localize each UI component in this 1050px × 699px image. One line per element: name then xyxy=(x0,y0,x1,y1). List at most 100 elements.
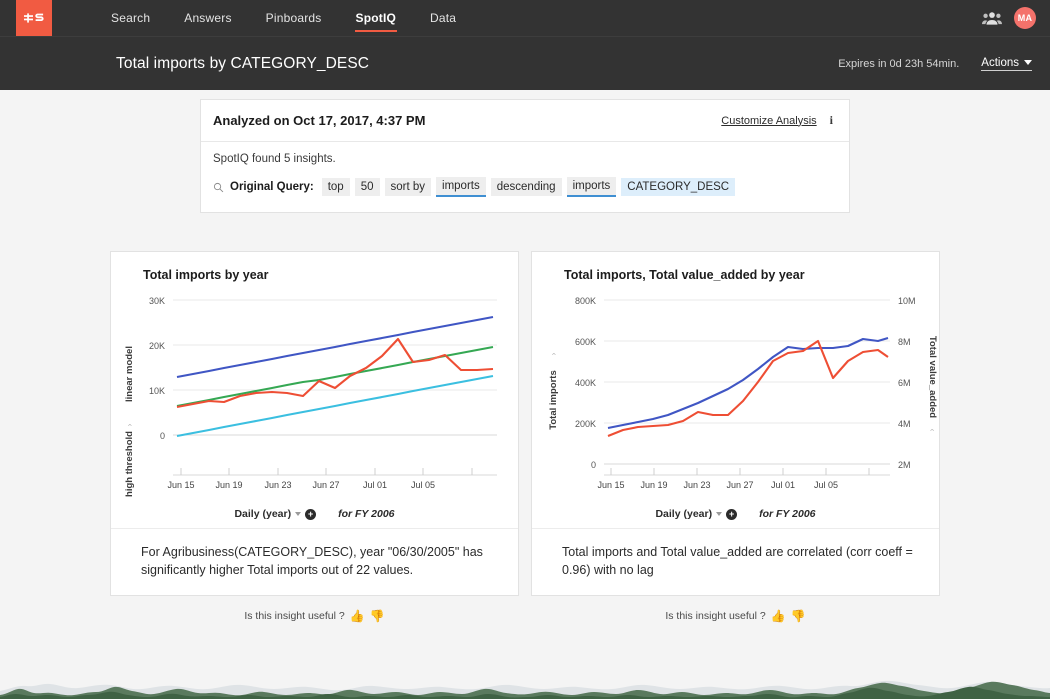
insight-card-row: Total imports by year 30K 20K 10K 0 line… xyxy=(0,251,1050,596)
svg-text:200K: 200K xyxy=(575,419,596,429)
user-avatar[interactable]: MA xyxy=(1014,7,1036,29)
actions-label: Actions xyxy=(981,57,1019,69)
insight-1-feedback: Is this insight useful ? 👍 👎 xyxy=(110,610,519,622)
svg-text:Jun 23: Jun 23 xyxy=(683,480,710,490)
svg-text:›: › xyxy=(549,352,558,355)
insight-card-1-chart[interactable]: 30K 20K 10K 0 linear model › high thresh… xyxy=(111,282,518,512)
svg-text:30K: 30K xyxy=(149,296,165,306)
nav-item-answers-label: Answers xyxy=(184,11,231,25)
insight-card-1: Total imports by year 30K 20K 10K 0 line… xyxy=(110,251,519,596)
svg-text:›: › xyxy=(125,352,134,355)
avatar-initials: MA xyxy=(1018,13,1033,23)
nav-item-spotiq[interactable]: SpotIQ xyxy=(339,0,414,36)
svg-text:Jun 15: Jun 15 xyxy=(597,480,624,490)
original-query-row: Original Query: top 50 sort by imports d… xyxy=(213,177,837,197)
nav-item-pinboards-label: Pinboards xyxy=(266,11,322,25)
query-token-sort-by[interactable]: sort by xyxy=(385,178,432,196)
customize-analysis-link[interactable]: Customize Analysis xyxy=(721,115,816,127)
subheader-right-cluster: Expires in 0d 23h 54min. Actions xyxy=(838,57,1032,71)
insight-2-feedback: Is this insight useful ? 👍 👎 xyxy=(531,610,940,622)
nav-item-search[interactable]: Search xyxy=(94,0,167,36)
svg-text:8M: 8M xyxy=(898,337,911,347)
actions-button[interactable]: Actions xyxy=(981,57,1032,71)
query-token-category-desc[interactable]: CATEGORY_DESC xyxy=(621,178,735,196)
analysis-card-body: SpotIQ found 5 insights. Original Query:… xyxy=(201,142,849,212)
chart-1-svg: 30K 20K 10K 0 linear model › high thresh… xyxy=(111,282,507,512)
main-nav-links: Search Answers Pinboards SpotIQ Data xyxy=(94,0,473,36)
thumbs-up-icon[interactable]: 👍 xyxy=(350,610,365,622)
svg-text:20K: 20K xyxy=(149,341,165,351)
svg-text:600K: 600K xyxy=(575,337,596,347)
chart-2-svg: 800K 600K 400K 200K 0 10M 8M 6M 4M 2M To… xyxy=(532,282,938,512)
analysis-header-actions: Customize Analysis i xyxy=(721,113,835,128)
svg-text:Total value_added: Total value_added xyxy=(927,336,938,418)
nav-item-data[interactable]: Data xyxy=(413,0,473,36)
thumbs-up-icon[interactable]: 👍 xyxy=(771,610,786,622)
insight-card-2-title: Total imports, Total value_added by year xyxy=(532,252,939,282)
original-query-label: Original Query: xyxy=(230,181,314,193)
svg-text:0: 0 xyxy=(591,460,596,470)
info-icon[interactable]: i xyxy=(828,113,835,128)
svg-text:›: › xyxy=(125,423,134,426)
query-token-top[interactable]: top xyxy=(322,178,350,196)
nav-item-answers[interactable]: Answers xyxy=(167,0,248,36)
analysis-summary-card: Analyzed on Oct 17, 2017, 4:37 PM Custom… xyxy=(200,99,850,213)
svg-text:Jun 19: Jun 19 xyxy=(215,480,242,490)
insight-card-2-chart[interactable]: 800K 600K 400K 200K 0 10M 8M 6M 4M 2M To… xyxy=(532,282,939,512)
nav-item-spotiq-label: SpotIQ xyxy=(356,11,397,25)
nav-item-data-label: Data xyxy=(430,11,456,25)
page-body: Analyzed on Oct 17, 2017, 4:37 PM Custom… xyxy=(0,90,1050,699)
insight-card-1-text: For Agribusiness(CATEGORY_DESC), year "0… xyxy=(111,528,518,595)
forest-silhouette-decoration xyxy=(0,659,1050,699)
thoughtspot-logo[interactable] xyxy=(16,0,52,36)
svg-text:2M: 2M xyxy=(898,460,911,470)
query-token-imports-1[interactable]: imports xyxy=(436,177,486,197)
svg-text:Jul 01: Jul 01 xyxy=(771,480,795,490)
insight-count-text: SpotIQ found 5 insights. xyxy=(213,153,837,165)
top-navigation-bar: Search Answers Pinboards SpotIQ Data MA xyxy=(0,0,1050,36)
nav-item-pinboards[interactable]: Pinboards xyxy=(249,0,339,36)
query-token-50[interactable]: 50 xyxy=(355,178,380,196)
page-title: Total imports by CATEGORY_DESC xyxy=(116,55,369,73)
svg-text:4M: 4M xyxy=(898,419,911,429)
svg-text:Jun 27: Jun 27 xyxy=(726,480,753,490)
svg-text:Total imports: Total imports xyxy=(548,370,559,429)
logo-mark-icon xyxy=(23,12,45,24)
thumbs-down-icon[interactable]: 👎 xyxy=(370,610,385,622)
insight-1-feedback-label: Is this insight useful ? xyxy=(244,610,344,622)
query-token-imports-2[interactable]: imports xyxy=(567,177,617,197)
svg-text:10K: 10K xyxy=(149,386,165,396)
thumbs-down-icon[interactable]: 👎 xyxy=(791,610,806,622)
insight-2-feedback-label: Is this insight useful ? xyxy=(665,610,765,622)
analysis-timestamp: Analyzed on Oct 17, 2017, 4:37 PM xyxy=(213,113,425,128)
svg-text:800K: 800K xyxy=(575,296,596,306)
svg-text:‹: ‹ xyxy=(928,429,937,432)
svg-text:Jul 05: Jul 05 xyxy=(411,480,435,490)
svg-text:Jun 15: Jun 15 xyxy=(167,480,194,490)
nav-item-search-label: Search xyxy=(111,11,150,25)
svg-text:0: 0 xyxy=(160,431,165,441)
insight-card-1-title: Total imports by year xyxy=(111,252,518,282)
search-icon xyxy=(213,182,224,193)
feedback-row: Is this insight useful ? 👍 👎 Is this ins… xyxy=(0,610,1050,622)
chevron-down-icon xyxy=(295,512,301,516)
page-subheader: Total imports by CATEGORY_DESC Expires i… xyxy=(0,36,1050,90)
expires-text: Expires in 0d 23h 54min. xyxy=(838,58,959,70)
chevron-down-icon xyxy=(1024,60,1032,65)
analysis-card-header: Analyzed on Oct 17, 2017, 4:37 PM Custom… xyxy=(201,100,849,142)
svg-text:Jul 01: Jul 01 xyxy=(363,480,387,490)
svg-text:Jul 05: Jul 05 xyxy=(814,480,838,490)
svg-text:Jun 19: Jun 19 xyxy=(640,480,667,490)
svg-text:high threshold: high threshold xyxy=(124,431,135,497)
nav-right-cluster: MA xyxy=(982,0,1050,36)
chevron-down-icon xyxy=(716,512,722,516)
svg-text:10M: 10M xyxy=(898,296,916,306)
svg-text:400K: 400K xyxy=(575,378,596,388)
svg-text:6M: 6M xyxy=(898,378,911,388)
query-token-descending[interactable]: descending xyxy=(491,178,562,196)
svg-text:Jun 27: Jun 27 xyxy=(312,480,339,490)
insight-card-2-text: Total imports and Total value_added are … xyxy=(532,528,939,595)
insight-card-2: Total imports, Total value_added by year… xyxy=(531,251,940,596)
people-icon[interactable] xyxy=(982,8,1002,28)
svg-text:Jun 23: Jun 23 xyxy=(264,480,291,490)
